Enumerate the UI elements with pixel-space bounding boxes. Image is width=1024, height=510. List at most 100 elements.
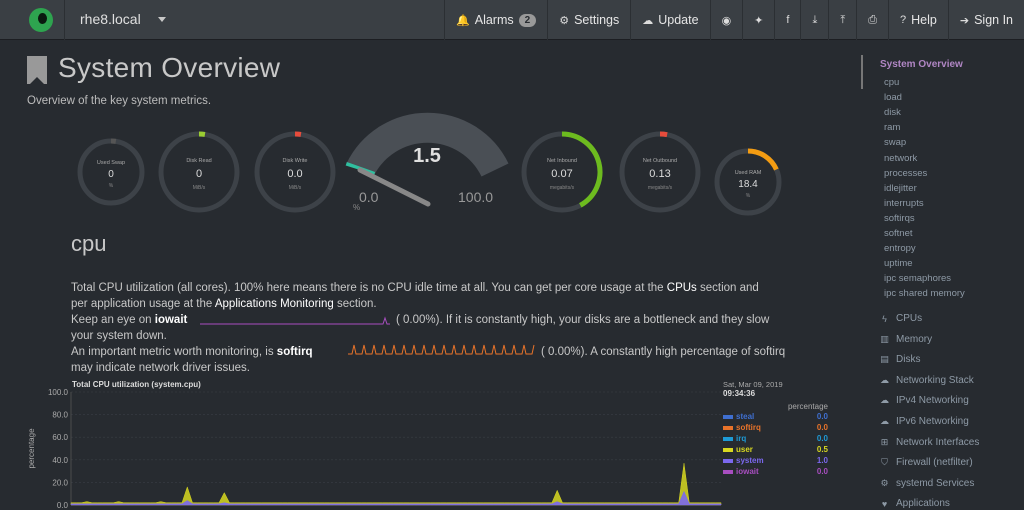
sidebar-subitem-entropy[interactable]: entropy [884,243,916,254]
download-icon: ⤓ [812,13,818,26]
legend-series-name: system [736,456,764,465]
sidebar-subitem-processes[interactable]: processes [884,168,927,179]
nav-twitter-button[interactable]: ✦ [742,0,774,40]
iowait-sparkline-line [200,316,390,325]
sidebar-section-network-interfaces[interactable]: ⊞ Network Interfaces [879,437,980,448]
legend-unit: percentage [787,402,828,411]
legend-item-system[interactable]: system 1.0 [723,455,828,466]
sidebar-item-system-overview[interactable]: System Overview [880,59,963,70]
gauge-net-inbound[interactable]: Net Inbound 0.07 megabits/s [521,131,603,213]
nav-cloud-download-button[interactable]: ☁ Update [630,0,709,40]
gauge-unit: megabits/s [549,185,575,192]
cpu-gauge-max: 100.0 [458,189,493,205]
nav-print-button[interactable]: ⎙ [856,0,888,40]
legend-item-user[interactable]: user 0.5 [723,444,828,455]
sidebar-section-firewall-netfilter-[interactable]: ⛉ Firewall (netfilter) [879,457,973,468]
gauge-title: Used Swap [96,160,126,167]
cloud-icon: ☁ [880,416,889,426]
cpu-gauge[interactable]: CPU 1.5 0.0 100.0 % [340,112,520,217]
sidebar-section-memory[interactable]: ▥ Memory [879,334,932,345]
gauge-title: Disk Write [282,158,308,165]
nav-bell-button[interactable]: 🔔 Alarms 2 [444,0,547,40]
legend-series-name: irq [736,434,747,443]
sidebar-section-networking-stack[interactable]: ☁ Networking Stack [879,375,974,386]
sidebar-subitem-ipc-shared-memory[interactable]: ipc shared memory [884,288,965,299]
sidebar-subitem-ram[interactable]: ram [884,122,900,133]
caret-down-icon[interactable] [158,17,166,22]
y-tick-label: 100.0 [48,388,69,397]
iowait-value-text: ( 0.00%). If it is constantly high, your… [396,314,770,326]
legend-item-steal[interactable]: steal 0.0 [723,411,828,422]
cpus-link[interactable]: CPUs [667,282,697,294]
help-icon: ? [900,14,907,26]
sidebar-section-label: systemd Services [896,477,975,489]
legend-series-value: 0.5 [816,445,828,454]
sidebar-section-ipv4-networking[interactable]: ☁ IPv4 Networking [879,395,969,406]
sidebar-subitem-network[interactable]: network [884,153,917,164]
gauge-disk-read[interactable]: Disk Read 0 MiB/s [158,131,240,213]
sidebar-subitem-idlejitter[interactable]: idlejitter [884,183,917,194]
legend-swatch [723,436,733,441]
sidebar-subitem-softirqs[interactable]: softirqs [884,213,915,224]
y-tick-label: 80.0 [52,411,68,420]
desc-text: per application usage at the [71,298,215,310]
sidebar-subitem-uptime[interactable]: uptime [884,258,913,269]
chart-legend: Sat, Mar 09, 2019 09:34:36 percentage st… [723,380,828,477]
top-navbar: rhe8.local 🔔 Alarms 2 ⚙ Settings ☁ Update ◉ ✦ f ⤓ ⤒… [0,0,1024,40]
cpu-gauge-min: 0.0 [359,189,379,205]
sidebar-section-label: IPv6 Networking [896,416,969,427]
gauge-used-ram[interactable]: Used RAM 18.4% [714,148,782,216]
sidebar-section-label: Memory [896,333,933,345]
desc-text: section and [696,282,759,294]
softirq-sparkline[interactable] [348,342,536,356]
sidebar-section-applications[interactable]: ♥ Applications [879,498,950,509]
sidebar-section-label: CPUs [896,313,923,324]
legend-item-softirq[interactable]: softirq 0.0 [723,422,828,433]
sidebar-subitem-load[interactable]: load [884,92,902,103]
cpu-gauge-value: 1.5 [413,145,441,167]
legend-series-value: 0.0 [816,423,828,432]
sidebar-section-disks[interactable]: ▤ Disks [879,354,920,365]
nav-github-button[interactable]: ◉ [709,0,743,40]
sidebar-subitem-swap[interactable]: swap [884,137,906,148]
hostname-dropdown[interactable]: rhe8.local [80,11,141,27]
sidebar-subitem-ipc-semaphores[interactable]: ipc semaphores [884,273,951,284]
gauge-title: Net Inbound [547,158,577,165]
heartbeat-icon: ♥ [881,498,888,509]
nav-label: Help [911,13,937,27]
nav-help-button[interactable]: ? Help [888,0,948,40]
sidebar-section-label: Disks [896,354,921,366]
applications-monitoring-link[interactable]: Applications Monitoring [215,298,334,310]
sidebar-subitem-cpu[interactable]: cpu [884,77,899,88]
sidebar-section-label: Firewall (netfilter) [896,457,973,469]
nav-gear-button[interactable]: ⚙ Settings [547,0,630,40]
bookmark-icon [27,56,47,85]
gauge-unit: % [108,182,114,189]
nav-facebook-button[interactable]: f [774,0,800,40]
iowait-sparkline[interactable] [200,316,390,326]
nav-download-button[interactable]: ⤓ [800,0,828,40]
gauge-net-outbound[interactable]: Net Outbound 0.13 megabits/s [619,131,701,213]
gauge-title: Net Outbound [642,158,678,165]
legend-item-irq[interactable]: irq 0.0 [723,433,828,444]
gauge-fill [747,148,779,171]
legend-series-name: steal [736,412,755,421]
legend-item-iowait[interactable]: iowait 0.0 [723,466,828,477]
cpu-description-line3: Keep an eye on iowait [71,312,187,328]
sign-in-icon: ➔ [959,14,970,27]
cpu-utilization-chart[interactable]: 100.0 80.0 60.0 40.0 20.0 0.0 percentage [24,384,724,510]
gauge-used-swap[interactable]: Used Swap 0% [77,138,145,206]
sidebar-section-ipv6-networking[interactable]: ☁ IPv6 Networking [879,416,969,427]
sidebar-subitem-interrupts[interactable]: interrupts [884,198,924,209]
nav-sign-in-button[interactable]: ➔ Sign In [947,0,1024,40]
nav-upload-button[interactable]: ⤒ [828,0,856,40]
upload-icon: ⤒ [840,13,846,26]
netdata-logo-icon[interactable] [29,8,53,32]
sidebar-section-cpus[interactable]: ϟ CPUs [879,313,922,324]
gauge-value: 0 [195,167,203,180]
sidebar-subitem-softnet[interactable]: softnet [884,228,913,239]
sidebar-subitem-disk[interactable]: disk [884,107,901,118]
gauge-disk-write[interactable]: Disk Write 0.0 MiB/s [254,131,336,213]
sidebar-section-systemd-services[interactable]: ⚙ systemd Services [879,478,974,489]
shield-icon: ⛉ [881,457,888,468]
